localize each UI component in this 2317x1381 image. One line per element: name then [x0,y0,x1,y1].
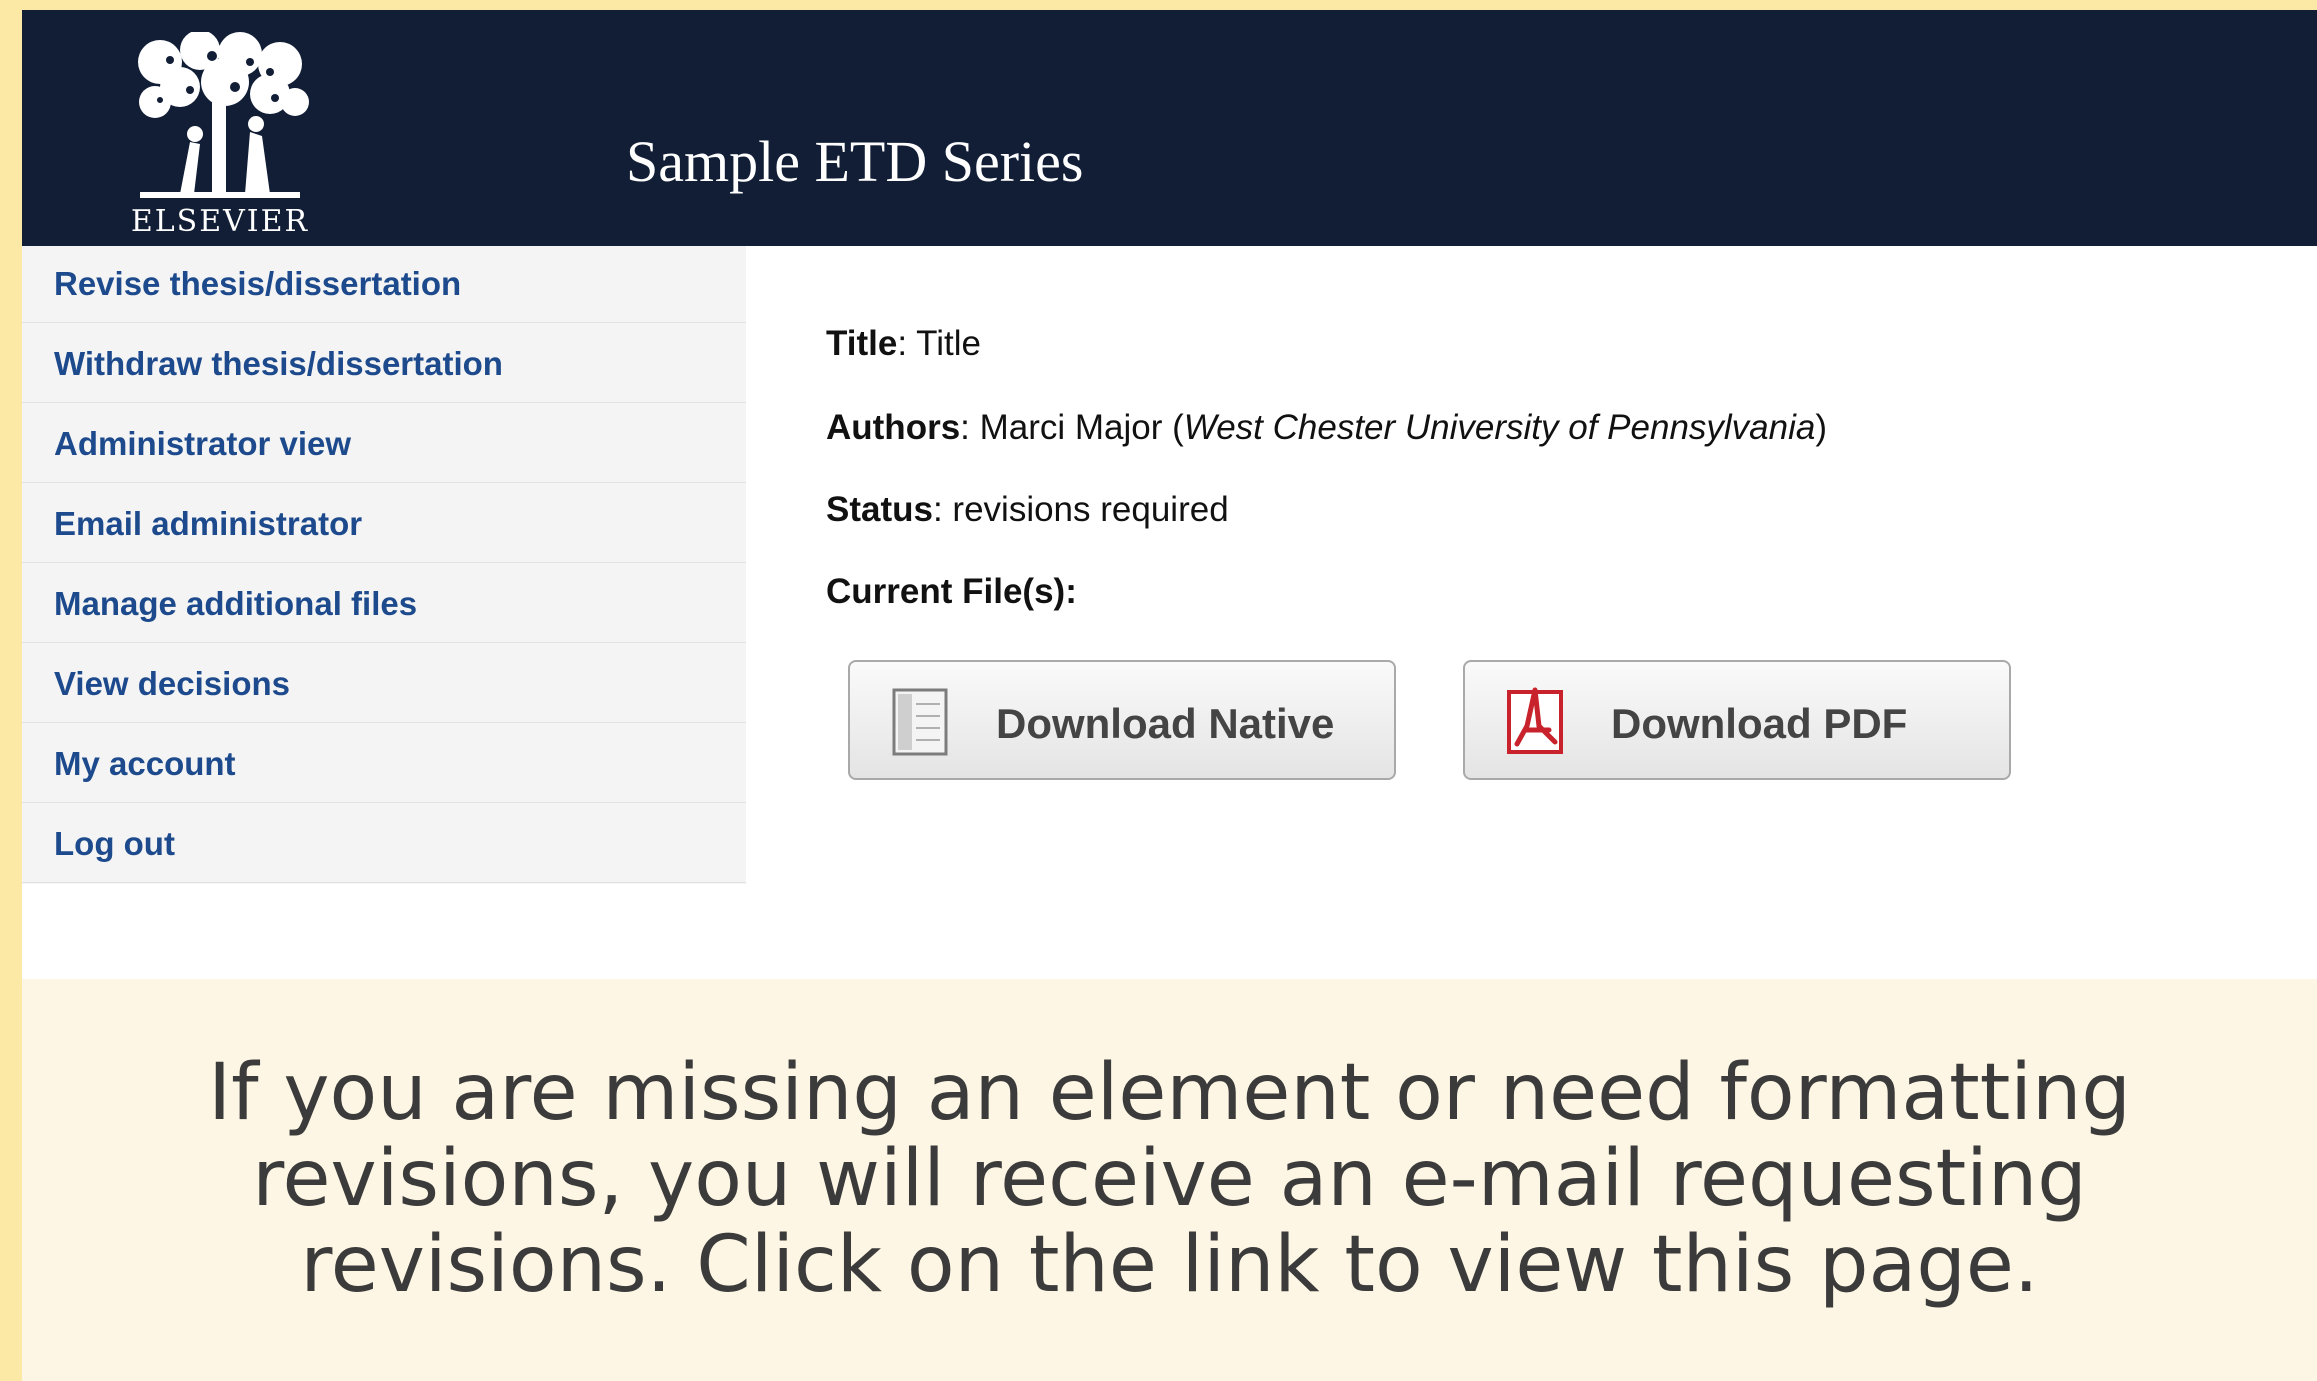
sidebar-item-withdraw[interactable]: Withdraw thesis/dissertation [22,326,746,403]
sidebar-item-email-administrator[interactable]: Email administrator [22,486,746,563]
site-header: ELSEVIER Sample ETD Series [22,10,2317,246]
main-panel: Revise thesis/dissertation Withdraw thes… [22,246,2317,979]
download-native-button[interactable]: Download Native [848,660,1396,780]
status-row: Status: revisions required [826,490,1229,529]
instruction-caption: If you are missing an element or need fo… [22,1050,2317,1308]
sidebar-item-administrator-view[interactable]: Administrator view [22,406,746,483]
status-value: revisions required [952,490,1229,529]
sidebar-menu: Revise thesis/dissertation Withdraw thes… [22,246,746,884]
elsevier-logo[interactable]: ELSEVIER [120,32,320,242]
tree-emblem-icon [138,32,309,198]
download-pdf-label: Download PDF [1611,700,1908,747]
caption-line: revisions, you will receive an e-mail re… [252,1134,2087,1224]
sidebar-item-view-decisions[interactable]: View decisions [22,646,746,723]
series-title: Sample ETD Series [626,129,1084,194]
current-files-row: Current File(s): [826,572,1077,612]
logo-wordmark: ELSEVIER [130,204,310,239]
authors-label: Authors [826,408,961,447]
document-icon [892,688,948,756]
download-native-label: Download Native [996,700,1335,747]
title-label: Title [826,324,898,363]
sidebar-item-manage-files[interactable]: Manage additional files [22,566,746,643]
caption-line: If you are missing an element or need fo… [208,1048,2131,1138]
slide-frame: ELSEVIER Sample ETD Series Revise thesis… [22,10,2317,1381]
status-label: Status [826,490,933,529]
author-affiliation: West Chester University of Pennsylvania [1183,408,1816,447]
title-value: Title [916,324,981,363]
sidebar-item-my-account[interactable]: My account [22,726,746,803]
sidebar-item-revise[interactable]: Revise thesis/dissertation [22,246,746,323]
sidebar-item-log-out[interactable]: Log out [22,806,746,883]
author-name: Marci Major [979,408,1163,447]
authors-row: Authors: Marci Major (West Chester Unive… [826,408,1828,447]
caption-line: revisions. Click on the link to view thi… [300,1220,2039,1310]
download-pdf-button[interactable]: Download PDF [1463,660,2011,780]
pdf-icon [1507,687,1563,754]
title-row: Title: Title [826,324,981,363]
current-files-label: Current File(s): [826,572,1077,611]
